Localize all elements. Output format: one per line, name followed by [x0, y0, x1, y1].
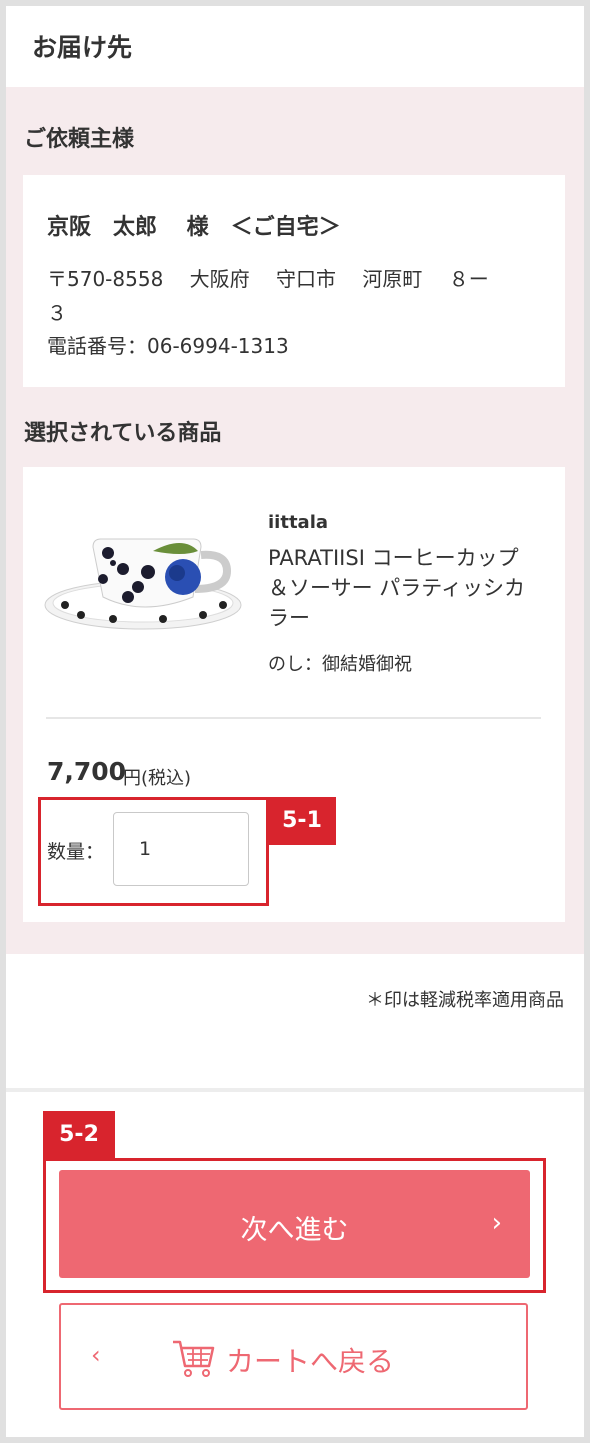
- price-unit: 円(税込): [123, 768, 192, 789]
- address-line-1: 〒570-8558 大阪府 守口市 河原町 ８ー: [47, 267, 489, 291]
- divider: [6, 1088, 584, 1092]
- address-card: 京阪 太郎 様 ＜ご自宅＞ 〒570-8558 大阪府 守口市 河原町 ８ー ３…: [23, 175, 565, 387]
- back-button-label: カートへ戻る: [226, 1345, 395, 1378]
- annotation-box-quantity: [38, 797, 269, 906]
- requester-heading: ご依頼主様: [24, 127, 135, 152]
- cart-icon: [173, 1340, 215, 1377]
- product-name[interactable]: PARATIISI コーヒーカップ＆ソーサー パラティッシカラー: [268, 543, 528, 633]
- product-image: [44, 538, 242, 630]
- annotation-tag-5-2: 5-2: [43, 1111, 115, 1159]
- annotation-box-next: [43, 1158, 546, 1293]
- phone-number: 電話番号：06-6994-1313: [47, 334, 289, 358]
- page-title: お届け先: [32, 33, 133, 62]
- address-line-2: ３: [47, 301, 67, 325]
- product-brand: iittala: [268, 512, 329, 533]
- chevron-left-icon: ‹: [91, 1341, 101, 1369]
- tax-note: ＊印は軽減税率適用商品: [366, 990, 564, 1011]
- back-to-cart-button[interactable]: ‹ カートへ戻る: [59, 1303, 528, 1410]
- annotation-tag-5-1: 5-1: [268, 797, 336, 845]
- divider: [46, 717, 541, 719]
- recipient-name: 京阪 太郎 様 ＜ご自宅＞: [47, 215, 341, 240]
- products-heading: 選択されている商品: [24, 421, 222, 446]
- noshi-label: のし：御結婚御祝: [268, 654, 412, 675]
- product-price: 7,700: [47, 757, 127, 786]
